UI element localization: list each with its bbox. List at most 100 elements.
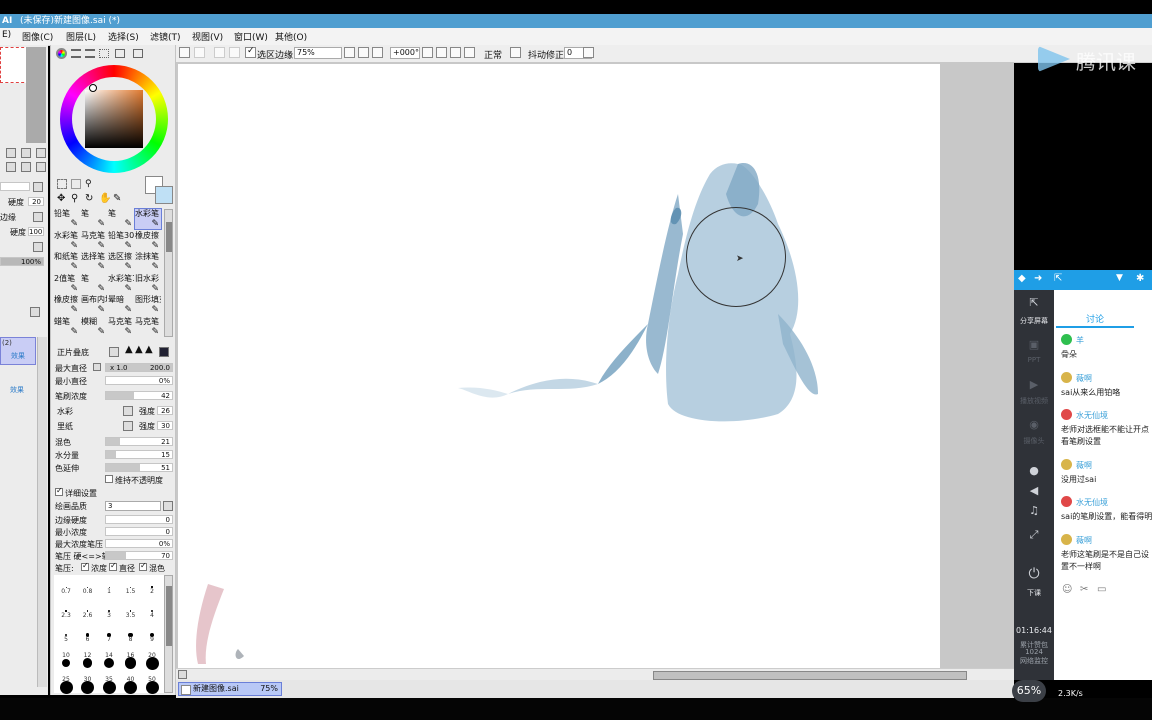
texture2-select[interactable]: 里纸 <box>57 421 73 432</box>
emoji-icon[interactable]: ☺ <box>1062 584 1072 595</box>
zoom-reset-button[interactable] <box>372 47 383 58</box>
new-button[interactable] <box>179 47 190 58</box>
nav-button-4[interactable] <box>6 162 16 172</box>
left-option-button[interactable] <box>33 242 43 252</box>
persistence-slider[interactable]: 51 <box>105 463 173 472</box>
forward-icon[interactable]: ➜ <box>1034 273 1042 284</box>
brush-shape-dropdown[interactable] <box>109 347 119 357</box>
brush-size-dot[interactable] <box>82 658 93 668</box>
brush-tool[interactable]: 水彩笔 ✎ <box>134 208 162 230</box>
nav-button-1[interactable] <box>6 148 16 158</box>
zoom-in-button[interactable] <box>358 47 369 58</box>
hsv-slider-mode-icon[interactable] <box>85 49 95 58</box>
brush-tool[interactable]: 铅笔 ✎ <box>54 209 80 229</box>
video-icon[interactable]: ▶ <box>1014 378 1054 391</box>
menu-image[interactable]: 图像(C) <box>22 30 53 43</box>
menu-layer[interactable]: 图层(L) <box>66 30 96 43</box>
keep-opacity-checkbox[interactable] <box>105 475 113 483</box>
menu-other[interactable]: 其他(O) <box>275 30 307 43</box>
color-wheel-mode-icon[interactable] <box>56 48 67 59</box>
nav-button-3[interactable] <box>36 148 46 158</box>
max-size-slider[interactable]: 200.0 x 1.0 <box>105 363 173 372</box>
rotate-button[interactable] <box>422 47 433 58</box>
brush-tip-shape-2[interactable]: ▲ <box>135 344 143 355</box>
deselect-button[interactable] <box>214 47 225 58</box>
pin-window-icon[interactable]: ✱ <box>1136 273 1144 284</box>
brush-tool[interactable]: 旧水彩 ✎ <box>135 274 161 294</box>
brush-tool[interactable]: 蜡笔 ✎ <box>54 317 80 337</box>
brush-tool[interactable]: 马克笔 ✎ <box>135 317 161 337</box>
rect-select-tool[interactable] <box>57 179 67 189</box>
rotate-left-button[interactable] <box>436 47 447 58</box>
pin-icon[interactable]: ◆ <box>1018 273 1026 284</box>
brush-tool[interactable]: 马克笔 ✎ <box>108 317 134 337</box>
brush-tip-shape-1[interactable]: ▲ <box>125 344 133 355</box>
lasso-tool[interactable] <box>71 179 81 189</box>
edge-button[interactable] <box>33 212 43 222</box>
selection-edge-checkbox[interactable]: ✓ <box>245 46 256 58</box>
brush-tool[interactable]: 笔 ✎ <box>81 209 107 229</box>
pressure-size-checkbox[interactable]: ✓ <box>109 561 117 571</box>
edge-hardness-slider[interactable]: 0 <box>105 515 173 524</box>
max-pressure-slider[interactable]: 0% <box>105 539 173 548</box>
navigator-scrollbar[interactable] <box>26 47 46 143</box>
brush-tip-shape-4[interactable] <box>159 347 169 357</box>
speaker-icon[interactable]: ◀ <box>1014 484 1054 497</box>
rotate-reset-button[interactable] <box>464 47 475 58</box>
menu-window[interactable]: 窗口(W) <box>234 30 268 43</box>
music-icon[interactable]: ♫ <box>1014 504 1054 517</box>
hand-tool[interactable]: ✋ <box>99 193 111 204</box>
layer-item[interactable]: (2) 效果 <box>0 337 36 365</box>
image-icon[interactable]: ▭ <box>1097 584 1106 595</box>
advanced-checkbox[interactable]: ✓ <box>55 486 63 496</box>
menu-view[interactable]: 视图(V) <box>192 30 223 43</box>
brush-tool[interactable]: 模糊 ✎ <box>81 317 107 337</box>
stabilizer-dropdown[interactable] <box>583 47 594 58</box>
hardness-slider-1[interactable]: 20 <box>28 197 44 206</box>
horizontal-scroll-thumb[interactable] <box>653 671 967 680</box>
blank-button[interactable] <box>194 47 205 58</box>
brush-tip-shape-3[interactable]: ▲ <box>145 344 153 355</box>
brush-tool[interactable]: 选择笔 ✎ <box>81 252 107 272</box>
swatch-mode-icon[interactable] <box>99 49 109 58</box>
brush-shape-select[interactable]: 正片叠底 <box>57 347 89 358</box>
water-slider[interactable]: 15 <box>105 450 173 459</box>
nav-button-6[interactable] <box>36 162 46 172</box>
brush-tool[interactable]: 马克笔 ✎ <box>81 231 107 251</box>
blend-mode-select[interactable]: 正常 <box>484 48 502 61</box>
flip-button[interactable] <box>510 47 521 58</box>
texture1-select[interactable]: 水彩 <box>57 406 73 417</box>
brush-tool[interactable]: 橡皮擦 ✎ <box>135 231 161 251</box>
brush-grid-scrollbar[interactable] <box>164 209 173 337</box>
scratchpad-mode-icon[interactable] <box>133 49 143 58</box>
palette-mode-icon[interactable] <box>115 49 125 58</box>
rotate-tool[interactable]: ↻ <box>85 193 93 204</box>
brush-tool[interactable]: 水彩笔 ✎ <box>54 231 80 251</box>
texture2-dropdown[interactable] <box>123 421 133 431</box>
zoom-out-button[interactable] <box>344 47 355 58</box>
brush-tool[interactable]: 水彩笔10%✎ <box>108 274 134 294</box>
blend-slider[interactable]: 21 <box>105 437 173 446</box>
texture2-strength-slider[interactable]: 30 <box>157 421 173 430</box>
camera-icon[interactable]: ◉ <box>1014 418 1054 431</box>
ppt-icon[interactable]: ▣ <box>1014 338 1054 351</box>
brush-tool[interactable]: 和纸笔 ✎ <box>54 252 80 272</box>
brush-tool[interactable]: 橡皮擦 ✎ <box>54 295 80 315</box>
layer-opacity-slider[interactable]: 100% <box>0 257 44 266</box>
pressure-hardness-slider[interactable]: 70 <box>105 551 173 560</box>
nav-button-2[interactable] <box>21 148 31 158</box>
pressure-blend-checkbox[interactable]: ✓ <box>139 561 147 571</box>
invert-button[interactable] <box>229 47 240 58</box>
hardness-slider-2[interactable]: 100 <box>28 227 44 236</box>
dropdown-icon[interactable]: ▼ <box>1116 273 1123 283</box>
size-grid-scrollbar[interactable] <box>164 575 173 693</box>
mic-icon[interactable]: ● <box>1014 464 1054 477</box>
zoom-select[interactable]: 75% <box>294 47 342 59</box>
menu-edit[interactable]: E) <box>2 30 11 40</box>
scissors-icon[interactable]: ✂ <box>1080 584 1088 595</box>
left-slider-1[interactable] <box>0 182 30 191</box>
secondary-color-swatch[interactable] <box>155 186 173 204</box>
brush-tool[interactable]: 涂抹笔 ✎ <box>135 252 161 272</box>
brush-tool[interactable]: 画布内填✎ <box>81 295 107 315</box>
brush-size-dot[interactable] <box>103 657 115 669</box>
